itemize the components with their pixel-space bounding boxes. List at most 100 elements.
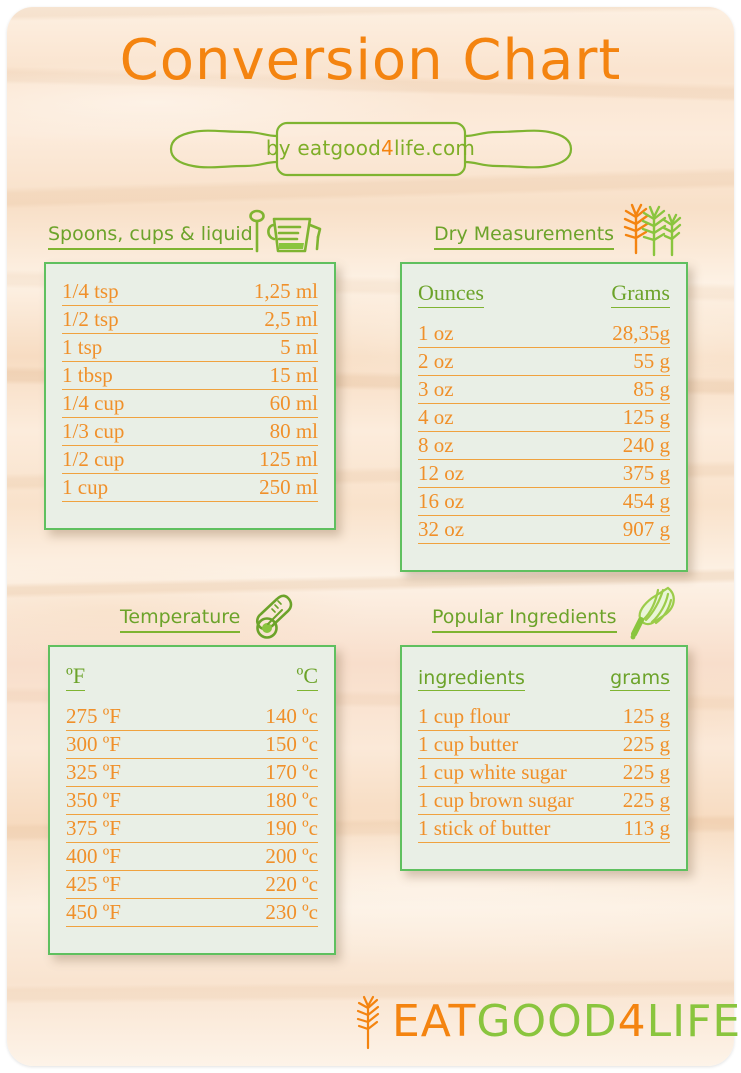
row-from-value: 1 tbsp	[62, 361, 189, 390]
column-header-label: ingredients	[418, 667, 525, 691]
row-to-value: 15 ml	[188, 361, 318, 390]
section-header: Temperature	[48, 594, 336, 639]
byline-prefix: by eatgood	[265, 136, 382, 160]
row-from-value: 1/4 cup	[62, 389, 189, 418]
row-to-value: 125 g	[599, 703, 670, 731]
column-header-label: Grams	[611, 280, 670, 308]
table-row: 1/4 cup 60 ml	[62, 389, 318, 418]
row-to-value: 170 ºc	[194, 758, 318, 787]
thermometer-icon	[254, 592, 298, 649]
row-to-value: 240 g	[551, 431, 670, 460]
row-from-value: 350 ºF	[66, 786, 195, 815]
row-from-value: 1/3 cup	[62, 417, 189, 446]
row-from-value: 1 oz	[418, 320, 552, 348]
table-row: 16 oz 454 g	[418, 487, 670, 516]
dry-table: Ounces Grams 1 oz 28,35g 2 oz 55 g3 oz 85 g4 o…	[418, 278, 670, 544]
row-to-value: 140 ºc	[194, 703, 318, 731]
wheat-stalks-icon	[620, 197, 682, 262]
row-to-value: 454 g	[551, 487, 670, 516]
row-from-value: 1/4 tsp	[62, 278, 189, 306]
section-temperature: Temperature ºF ºC 275 ºF 140 ºc 300 ºF 150 ºc…	[48, 594, 336, 955]
dry-card: Ounces Grams 1 oz 28,35g 2 oz 55 g3 oz 85 g4 o…	[400, 262, 688, 572]
row-to-value: 1,25 ml	[188, 278, 318, 306]
row-from-value: 12 oz	[418, 459, 552, 488]
table-row: 1 cup white sugar 225 g	[418, 758, 670, 787]
table-row: 375 ºF 190 ºc	[66, 814, 318, 843]
table-row: 350 ºF 180 ºc	[66, 786, 318, 815]
row-to-value: 180 ºc	[194, 786, 318, 815]
conversion-chart-poster: Conversion Chart by eatgood4life.com Spo…	[0, 0, 741, 1073]
row-to-value: 125 ml	[188, 445, 318, 474]
row-from-value: 2 oz	[418, 347, 552, 376]
row-from-value: 450 ºF	[66, 898, 195, 927]
footer-logo: EATGOOD4LIFE	[352, 994, 741, 1050]
row-from-value: 1/2 cup	[62, 445, 189, 474]
row-from-value: 3 oz	[418, 375, 552, 404]
row-from-value: 1 cup white sugar	[418, 758, 600, 787]
whisk-icon	[630, 584, 680, 647]
row-to-value: 125 g	[551, 403, 670, 432]
column-header-label: Ounces	[418, 280, 484, 308]
column-header: ingredients	[418, 661, 600, 703]
row-to-value: 150 ºc	[194, 730, 318, 759]
table-row: 32 oz 907 g	[418, 515, 670, 544]
section-title: Dry Measurements	[434, 222, 615, 250]
logo-four: 4	[617, 996, 647, 1047]
table-row: 1 tbsp 15 ml	[62, 361, 318, 390]
byline-text: by eatgood4life.com	[161, 136, 581, 160]
row-to-value: 225 g	[599, 786, 670, 815]
table-row: 8 oz 240 g	[418, 431, 670, 460]
column-header-label: ºF	[66, 663, 86, 691]
temperature-table: ºF ºC 275 ºF 140 ºc 300 ºF 150 ºc 325 ºF 170 ºc…	[66, 661, 318, 927]
table-row: 1 tsp 5 ml	[62, 333, 318, 362]
row-to-value: 5 ml	[188, 333, 318, 362]
column-header-label: grams	[610, 667, 670, 691]
row-from-value: 8 oz	[418, 431, 552, 460]
popular-table: ingredients grams 1 cup flour 125 g1 cup bu…	[418, 661, 670, 843]
spoons-card: 1/4 tsp 1,25 ml 1/2 tsp 2,5 ml 1 tsp 5 ml 1 tb…	[44, 262, 336, 530]
row-from-value: 1 cup flour	[418, 703, 600, 731]
table-header-row: Ounces Grams	[418, 278, 670, 320]
popular-card: ingredients grams 1 cup flour 125 g1 cup bu…	[400, 645, 688, 871]
row-to-value: 60 ml	[188, 389, 318, 418]
temperature-card: ºF ºC 275 ºF 140 ºc 300 ºF 150 ºc 325 ºF 170 ºc…	[48, 645, 336, 955]
table-row: 1 stick of butter 113 g	[418, 814, 670, 843]
column-header: grams	[600, 661, 670, 703]
table-header-row: ingredients grams	[418, 661, 670, 703]
row-to-value: 28,35g	[551, 320, 670, 348]
table-row: 1/3 cup 80 ml	[62, 417, 318, 446]
row-from-value: 1 tsp	[62, 333, 189, 362]
row-to-value: 113 g	[599, 814, 670, 843]
row-to-value: 220 ºc	[194, 870, 318, 899]
table-row: 425 ºF 220 ºc	[66, 870, 318, 899]
byline-rolling-pin-badge: by eatgood4life.com	[161, 120, 581, 178]
spoons-rows: 1/4 tsp 1,25 ml 1/2 tsp 2,5 ml 1 tsp 5 ml 1 tb…	[62, 278, 318, 502]
table-row: 400 ºF 200 ºc	[66, 842, 318, 871]
section-title: Popular Ingredients	[432, 605, 617, 633]
section-dry-measurements: Dry Measurements Ounces Grams 1 oz 28,35…	[400, 203, 688, 572]
column-header: ºF	[66, 661, 195, 703]
row-from-value: 300 ºF	[66, 730, 195, 759]
logo-eat: EAT	[392, 996, 477, 1047]
table-row: 1/2 cup 125 ml	[62, 445, 318, 474]
column-header: Ounces	[418, 278, 551, 320]
row-to-value: 250 ml	[188, 473, 318, 502]
logo-life: LIFE	[646, 996, 741, 1047]
wheat-stalk-icon	[356, 995, 380, 1050]
row-to-value: 225 g	[599, 758, 670, 787]
row-to-value: 55 g	[551, 347, 670, 376]
dry-rows: Ounces Grams 1 oz 28,35g 2 oz 55 g3 oz 85 g4 o…	[418, 278, 670, 544]
spoons-table: 1/4 tsp 1,25 ml 1/2 tsp 2,5 ml 1 tsp 5 ml 1 tb…	[62, 278, 318, 502]
row-from-value: 400 ºF	[66, 842, 195, 871]
row-to-value: 200 ºc	[194, 842, 318, 871]
table-row: 1 cup flour 125 g	[418, 703, 670, 731]
column-header-label: ºC	[296, 663, 318, 691]
row-from-value: 375 ºF	[66, 814, 195, 843]
table-row: 3 oz 85 g	[418, 375, 670, 404]
byline-four: 4	[381, 136, 394, 160]
popular-rows: ingredients grams 1 cup flour 125 g1 cup bu…	[418, 661, 670, 843]
row-to-value: 80 ml	[188, 417, 318, 446]
section-title: Temperature	[120, 605, 241, 633]
table-row: 450 ºF 230 ºc	[66, 898, 318, 927]
temperature-rows: ºF ºC 275 ºF 140 ºc 300 ºF 150 ºc 325 ºF 170 ºc…	[66, 661, 318, 927]
